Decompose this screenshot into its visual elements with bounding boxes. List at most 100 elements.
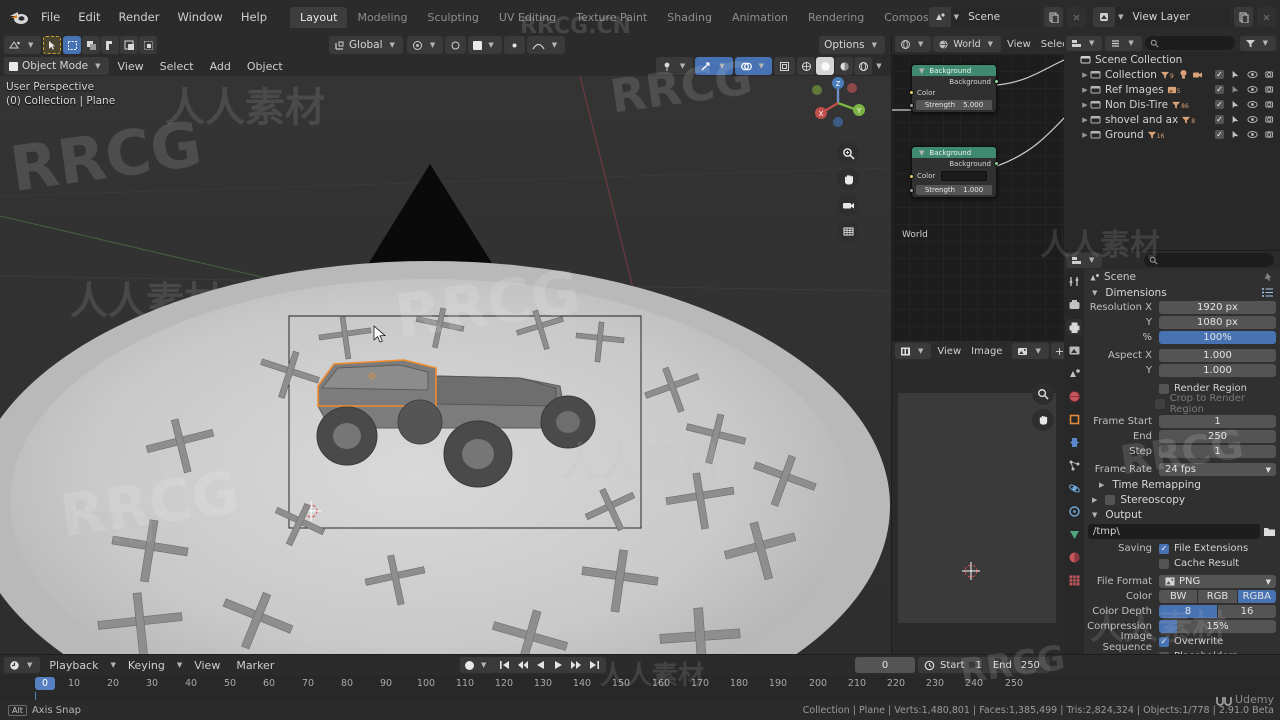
pin-icon[interactable] — [1263, 272, 1274, 283]
outliner-row-non-dis-tire[interactable]: ▶ Non Dis-Tire 86 ✓ — [1064, 97, 1280, 112]
timeline-ruler[interactable]: 0 10 20 30 40 50 60 70 80 90 100 110 120… — [0, 675, 1280, 720]
color-option-rgb[interactable]: RGB — [1198, 590, 1238, 603]
outliner-editor-type-selector[interactable]: ▼ — [1066, 35, 1103, 51]
camera-icon[interactable] — [1265, 115, 1276, 124]
camera-icon[interactable] — [1265, 100, 1276, 109]
tab-data-icon[interactable] — [1066, 526, 1082, 542]
menu-help[interactable]: Help — [232, 7, 276, 27]
output-socket[interactable] — [994, 79, 999, 84]
cursor-arrow-icon[interactable] — [1231, 85, 1240, 94]
eye-icon[interactable] — [1247, 115, 1258, 124]
camera-icon[interactable] — [1265, 70, 1276, 79]
node-header[interactable]: ▼ Background — [912, 65, 996, 76]
camera-icon[interactable] — [1265, 130, 1276, 139]
tab-material-icon[interactable] — [1066, 549, 1082, 565]
proportional-edit-toggle[interactable] — [445, 36, 467, 54]
color-option-bw[interactable]: BW — [1159, 590, 1199, 603]
checkbox-placeholders[interactable]: Placeholders — [1159, 651, 1238, 654]
shader-type-selector[interactable]: World ▼ — [933, 36, 1002, 52]
node-editor-canvas[interactable]: ▼ Background Background Color Strength 5… — [892, 54, 1064, 340]
panel-expand-icon[interactable]: ▶ — [1099, 481, 1104, 489]
checkbox-icon[interactable]: ✓ — [1215, 100, 1224, 109]
node-menu-view[interactable]: View — [1003, 37, 1035, 52]
view-layer-selector[interactable]: ▼ View Layer — [1093, 7, 1230, 27]
shader-node-editor[interactable]: ▼ World ▼ View Select ▼ Background Backg… — [892, 34, 1072, 340]
next-keyframe-icon[interactable] — [567, 660, 585, 670]
eye-icon[interactable] — [1247, 85, 1258, 94]
tab-scene-icon[interactable] — [1066, 365, 1082, 381]
select-box-icon[interactable] — [63, 36, 82, 54]
field-frame-end[interactable]: 250 — [1159, 430, 1276, 443]
image-canvas-area[interactable] — [898, 393, 1056, 623]
blender-logo-icon[interactable] — [6, 7, 32, 27]
field-start-frame[interactable]: 1 — [969, 660, 987, 671]
panel-collapse-icon[interactable]: ▼ — [1092, 289, 1097, 297]
gizmo-toggle[interactable]: ▼ — [695, 57, 733, 75]
field-resolution-x[interactable]: 1920 px — [1159, 301, 1276, 314]
overlays-toggle[interactable]: ▼ — [734, 57, 772, 75]
transform-orientation-selector[interactable]: Global ▼ — [329, 36, 403, 54]
play-reverse-icon[interactable] — [533, 660, 549, 670]
image-datablock-selector[interactable]: ▼ — [1012, 343, 1049, 359]
tab-view-layer-icon[interactable] — [1066, 342, 1082, 358]
menu-file[interactable]: File — [32, 7, 69, 27]
timeline-editor-type-selector[interactable]: ▼ — [4, 657, 41, 673]
checkbox-icon[interactable]: ✓ — [1159, 636, 1169, 647]
tab-rendering[interactable]: Rendering — [798, 7, 874, 28]
node-editor-type-selector[interactable]: ▼ — [895, 36, 932, 52]
editor-type-selector[interactable]: ▼ — [4, 36, 42, 54]
output-socket[interactable] — [994, 161, 999, 166]
timeline-menu-view[interactable]: View — [187, 657, 227, 674]
jump-start-icon[interactable] — [496, 660, 513, 670]
timeline-menu-keying[interactable]: Keying — [121, 657, 172, 674]
tab-world-icon[interactable] — [1066, 388, 1082, 404]
checkbox-icon[interactable]: ✓ — [1215, 85, 1224, 94]
outliner-row-ground[interactable]: ▶ Ground 16 ✓ — [1064, 127, 1280, 142]
properties-panel-body[interactable]: Scene ▼ Dimensions Resolution X 1920 px … — [1084, 269, 1280, 654]
viewport-menu-view[interactable]: View — [111, 58, 151, 75]
object-mode-selector[interactable]: Object Mode ▼ — [4, 57, 109, 75]
properties-editor[interactable]: ▼ Scene ▼ Dimensions Resolution X 1920 p… — [1064, 251, 1280, 654]
tab-uv-editing[interactable]: UV Editing — [489, 7, 566, 28]
color-swatch[interactable] — [941, 170, 987, 181]
outliner-filter-button[interactable]: ▼ — [1239, 35, 1276, 51]
field-output-path[interactable]: /tmp\ — [1088, 524, 1260, 539]
outliner-display-mode[interactable]: ▼ — [1105, 35, 1142, 51]
node-header[interactable]: ▼ Background — [912, 147, 996, 158]
field-current-frame[interactable]: 0 — [855, 657, 915, 673]
node-background-1[interactable]: ▼ Background Background Color Strength 5… — [909, 64, 999, 113]
play-icon[interactable] — [550, 660, 566, 670]
cursor-tool-icon[interactable] — [43, 36, 62, 54]
eye-icon[interactable] — [1247, 130, 1258, 139]
tab-layout[interactable]: Layout — [290, 6, 348, 28]
cursor-arrow-icon[interactable] — [1231, 100, 1240, 109]
checkbox-icon[interactable] — [1105, 494, 1116, 505]
image-editor-type-selector[interactable]: ▼ — [895, 343, 932, 359]
outliner-row-ref-images[interactable]: ▶ Ref Images 5 ✓ — [1064, 82, 1280, 97]
pivot-point-selector[interactable]: ▼ — [468, 36, 502, 54]
image-editor-canvas[interactable] — [892, 361, 1064, 654]
disclosure-icon[interactable]: ▶ — [1080, 131, 1090, 139]
panel-expand-icon[interactable]: ▶ — [1092, 496, 1097, 504]
field-resolution-y[interactable]: 1080 px — [1159, 316, 1276, 329]
strength-field[interactable]: Strength 5.000 — [916, 100, 992, 110]
field-frame-start[interactable]: 1 — [1159, 415, 1276, 428]
checkbox-icon[interactable]: ✓ — [1159, 543, 1169, 554]
field-aspect-y[interactable]: 1.000 — [1159, 364, 1276, 377]
tab-constraints-icon[interactable] — [1066, 503, 1082, 519]
timeline-menu-marker[interactable]: Marker — [229, 657, 281, 674]
disclosure-icon[interactable]: ▶ — [1080, 116, 1090, 124]
field-resolution-percent[interactable]: 100% — [1159, 331, 1276, 344]
checkbox-icon[interactable] — [1159, 651, 1169, 654]
strength-field[interactable]: Strength 1.000 — [916, 185, 992, 195]
select-extend-icon[interactable] — [82, 36, 101, 54]
tab-modeling[interactable]: Modeling — [347, 7, 417, 28]
select-intersect-icon[interactable] — [139, 36, 158, 54]
checkbox-icon[interactable] — [1159, 558, 1169, 569]
timeline-playhead[interactable]: 0 — [35, 676, 56, 720]
disclosure-icon[interactable]: ▶ — [1080, 71, 1090, 79]
folder-icon[interactable] — [1263, 526, 1276, 538]
zoom-icon[interactable] — [1032, 383, 1054, 405]
viewport-3d[interactable]: ▼ Global ▼ ▼ ▼ ▼ Options ▼ Object Mode ▼… — [0, 34, 891, 654]
outliner-search-input[interactable] — [1144, 36, 1235, 50]
